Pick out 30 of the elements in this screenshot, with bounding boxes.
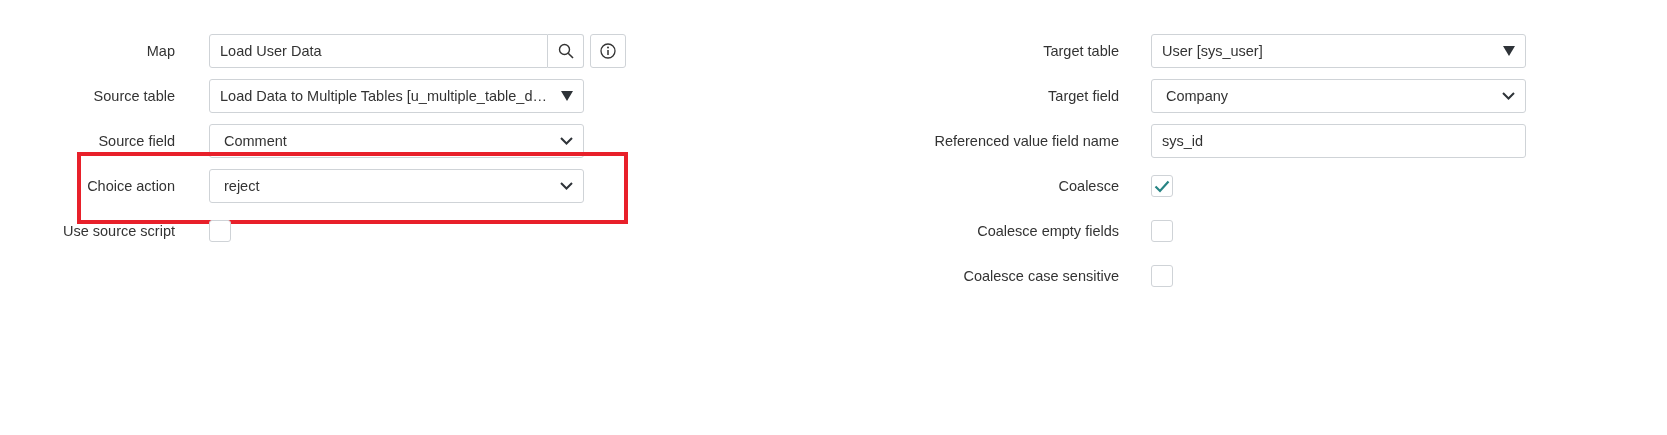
chevron-down-icon (560, 137, 573, 145)
field-label: Referenced value field name (933, 133, 1119, 149)
select-field[interactable]: Company (1151, 79, 1526, 113)
chevron-down-icon (1502, 92, 1515, 100)
checkbox[interactable] (209, 220, 231, 242)
reference-field[interactable]: Load Data to Multiple Tables [u_multiple_table_d… (209, 79, 584, 113)
field-label: Target field (1047, 88, 1119, 104)
input-field[interactable]: sys_id (1151, 124, 1526, 158)
select-field[interactable]: reject (209, 169, 584, 203)
field-label: Source field (97, 133, 175, 149)
info-button[interactable] (590, 34, 626, 68)
chevron-down-icon (560, 182, 573, 190)
checkbox[interactable] (1151, 175, 1173, 197)
field-label: Target table (1042, 43, 1119, 59)
reference-field[interactable]: User [sys_user] (1151, 34, 1526, 68)
lookup-field[interactable]: Load User Data (209, 34, 548, 68)
field-label: Choice action (86, 178, 175, 194)
field-label: Use source script (62, 223, 175, 239)
field-label: Coalesce empty fields (976, 223, 1119, 239)
search-button[interactable] (548, 34, 584, 68)
field-label: Coalesce case sensitive (962, 268, 1119, 284)
field-label: Coalesce (1057, 178, 1119, 194)
field-label: Map (145, 43, 175, 59)
checkbox[interactable] (1151, 265, 1173, 287)
search-icon (557, 43, 574, 59)
dropdown-triangle-icon (561, 91, 573, 101)
info-icon (600, 43, 616, 59)
checkbox[interactable] (1151, 220, 1173, 242)
field-label: Source table (92, 88, 175, 104)
dropdown-triangle-icon (1503, 46, 1515, 56)
